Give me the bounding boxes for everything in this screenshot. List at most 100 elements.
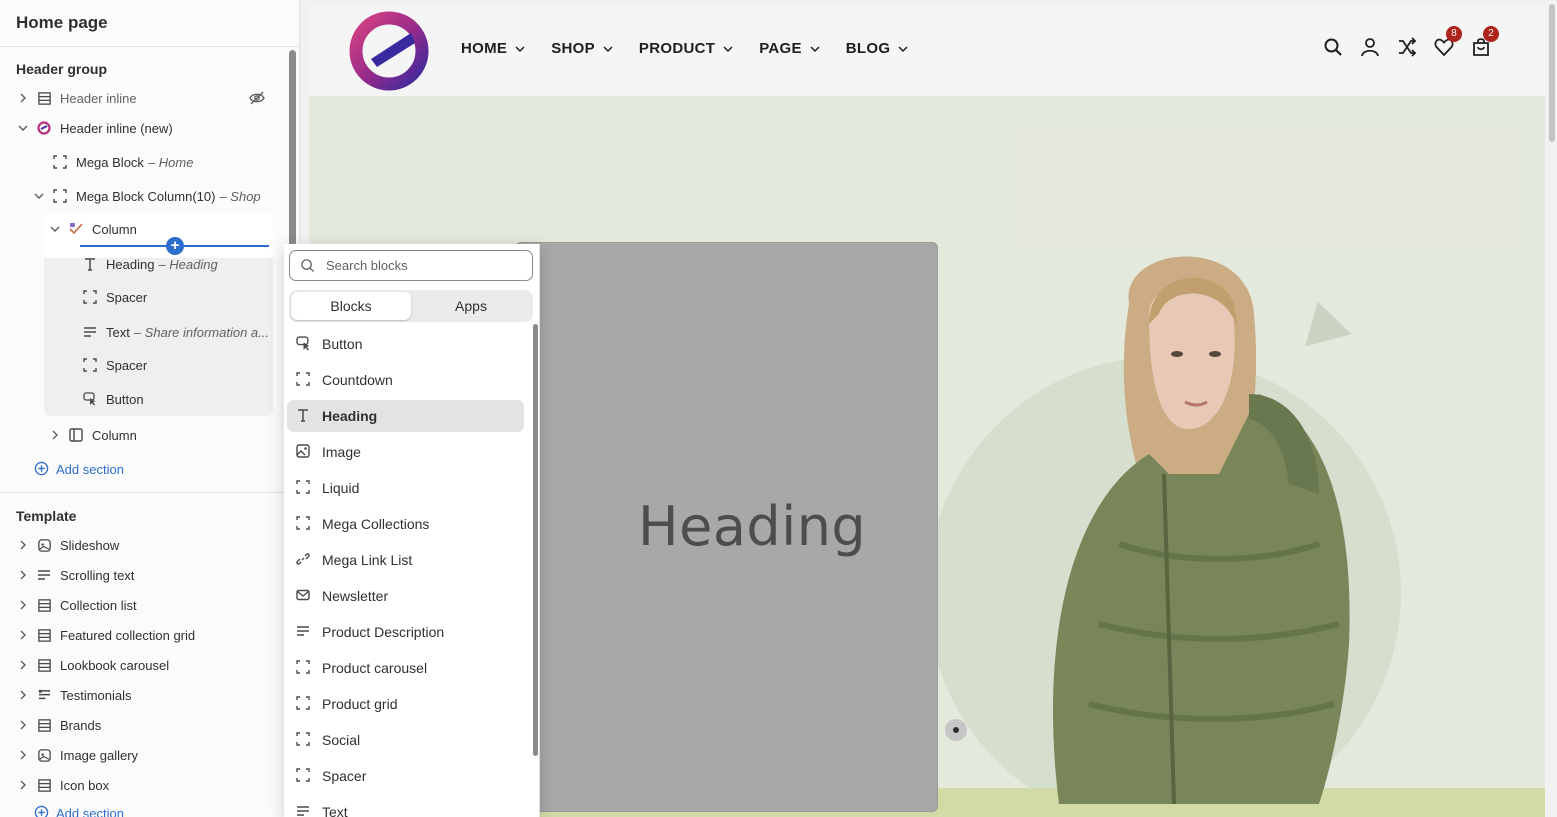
block-option-label: Spacer [322,768,367,784]
block-option-spacer[interactable]: Spacer [287,760,524,792]
block-option-mega-collections[interactable]: Mega Collections [287,508,524,540]
tree-item-template-section[interactable]: Collection list [16,591,137,619]
chevron-right-icon[interactable] [16,688,30,702]
popover-scrollbar[interactable] [533,324,538,756]
tree-item-mega-block[interactable]: Mega Block – Home [52,148,193,176]
chevron-right-icon[interactable] [16,748,30,762]
preview-scrollbar[interactable] [1547,0,1557,817]
chevron-right-icon[interactable] [16,91,30,105]
add-section-button[interactable]: Add section [34,805,124,817]
block-icon [82,289,98,305]
chevron-down-icon[interactable] [32,189,46,203]
tree-item-template-section[interactable]: Scrolling text [16,561,134,589]
block-option-label: Social [322,732,361,748]
search-blocks-input[interactable] [326,258,516,273]
tree-item-label: Button [106,391,144,407]
block-option-image[interactable]: Image [287,436,524,468]
block-option-label: Mega Link List [322,552,413,568]
block-option-social[interactable]: Social [287,724,524,756]
block-list: Button Countdown Heading Image Liquid Mega Co… [287,326,524,817]
tree-item-template-section[interactable]: Lookbook carousel [16,651,169,679]
chevron-right-icon[interactable] [48,428,62,442]
section-icon [36,717,52,733]
tab-apps[interactable]: Apps [411,292,531,320]
block-option-countdown[interactable]: Countdown [287,364,524,396]
block-icon [296,696,312,712]
tree-item-label: Header inline [60,90,137,106]
tree-item-column[interactable]: Column [48,421,137,449]
tree-item-template-section[interactable]: Testimonials [16,681,132,709]
block-option-label: Mega Collections [322,516,430,532]
plus-circle-icon [34,461,50,477]
chevron-down-icon[interactable] [48,222,62,236]
tree-item-header-inline[interactable]: Header inline [16,84,271,112]
tree-item-sublabel: – Heading [158,256,218,272]
section-icon [36,597,52,613]
chevron-right-icon[interactable] [16,718,30,732]
tree-item-column-selected[interactable]: Column [48,215,137,243]
tree-item-template-section[interactable]: Icon box [16,771,109,799]
chevron-right-icon[interactable] [16,568,30,582]
header-group-title: Header group [16,61,108,77]
tree-item-label: Spacer [106,357,148,373]
tree-item-sublabel: – Share information a... [133,324,269,340]
block-option-product-description[interactable]: Product Description [287,616,524,648]
tree-item-spacer[interactable]: Spacer [82,283,147,311]
tree-item-template-section[interactable]: Slideshow [16,531,119,559]
preview-scroll-thumb[interactable] [1549,4,1555,142]
tree-item-template-section[interactable]: Image gallery [16,741,138,769]
block-option-button[interactable]: Button [287,328,524,360]
mail-icon [296,588,312,604]
block-option-mega-link-list[interactable]: Mega Link List [287,544,524,576]
add-block-popover: Blocks Apps Button Countdown Heading Image L… [284,244,540,817]
heading-icon [296,408,312,424]
tree-item-text[interactable]: Text – Share information a... [82,318,269,346]
chevron-right-icon[interactable] [16,598,30,612]
block-icon [296,516,312,532]
tree-item-label: Slideshow [60,537,120,553]
block-option-product-grid[interactable]: Product grid [287,688,524,720]
block-option-label: Image [322,444,361,460]
tree-item-heading[interactable]: Heading – Heading [82,250,218,278]
tab-blocks[interactable]: Blocks [291,292,411,320]
column-app-icon [68,221,84,237]
block-option-label: Heading [322,408,378,424]
block-option-product-carousel[interactable]: Product carousel [287,652,524,684]
block-option-liquid[interactable]: Liquid [287,472,524,504]
column-icon [68,427,84,443]
tree-item-button[interactable]: Button [82,385,144,413]
app-logo-icon [36,120,52,136]
eye-off-icon[interactable] [249,90,265,109]
tree-item-label: Collection list [60,597,137,613]
block-icon [82,357,98,373]
tree-item-label: Heading [106,256,155,272]
tree-item-label: Column [92,221,137,237]
chevron-down-icon[interactable] [16,121,30,135]
text-icon [296,624,312,640]
tree-item-mega-block-column[interactable]: Mega Block Column(10) – Shop [32,182,261,210]
plus-circle-icon [34,805,50,817]
block-preview-heading: Heading [638,495,867,558]
slideshow-icon [36,747,52,763]
chevron-right-icon[interactable] [16,658,30,672]
tree-item-header-inline-new[interactable]: Header inline (new) [16,114,173,142]
tree-item-template-section[interactable]: Featured collection grid [16,621,195,649]
tree-item-label: Brands [60,717,102,733]
block-option-label: Countdown [322,372,393,388]
tree-item-label: Header inline (new) [60,120,173,136]
tree-item-template-section[interactable]: Brands [16,711,101,739]
chevron-right-icon[interactable] [16,778,30,792]
block-tabs: Blocks Apps [289,290,533,322]
tree-item-spacer[interactable]: Spacer [82,351,147,379]
block-option-text[interactable]: Text [287,796,524,817]
search-field[interactable] [289,250,533,281]
block-icon [52,154,68,170]
tree-item-label: Mega Block Column(10) [76,188,216,204]
add-section-button[interactable]: Add section [34,461,124,477]
block-option-heading[interactable]: Heading [287,400,524,432]
block-option-newsletter[interactable]: Newsletter [287,580,524,612]
chevron-right-icon[interactable] [16,628,30,642]
block-icon [296,768,312,784]
chevron-right-icon[interactable] [16,538,30,552]
tree-item-label: Spacer [106,289,148,305]
